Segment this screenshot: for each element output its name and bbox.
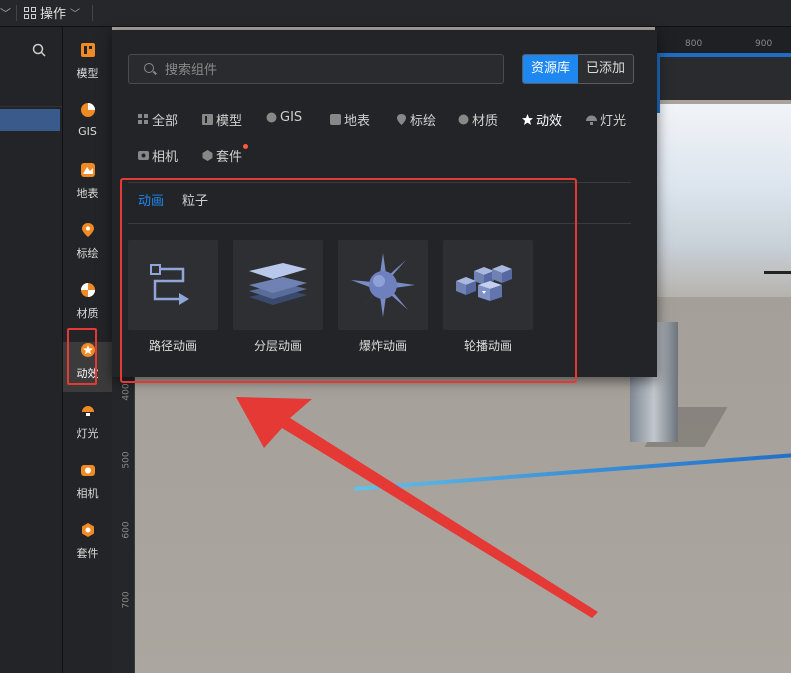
explosion-animation-icon	[351, 253, 415, 317]
search-box[interactable]	[128, 54, 504, 84]
tab-all[interactable]: 全部	[138, 110, 178, 129]
path-animation-icon	[150, 264, 189, 305]
tab-gis[interactable]: GIS	[266, 110, 302, 125]
pin-icon	[397, 114, 406, 125]
tab-terrain[interactable]: 地表	[330, 110, 370, 129]
tab-kit[interactable]: 套件	[202, 144, 249, 165]
search-input[interactable]	[163, 59, 497, 81]
kit-icon	[202, 150, 213, 161]
component-card[interactable]: 爆炸动画	[338, 240, 428, 354]
gis-icon	[266, 112, 277, 123]
material-icon	[458, 114, 469, 125]
library-toggle: 资源库 已添加	[522, 54, 635, 84]
resource-panel: 资源库 已添加 全部 模型 GIS 地表 标绘 材质 动效	[112, 30, 657, 377]
sub-tabs: 动画 粒子	[138, 190, 208, 209]
effect-icon	[522, 114, 533, 125]
tab-label: 动效	[536, 114, 563, 129]
search-icon	[144, 63, 154, 73]
component-card[interactable]: 轮播动画	[443, 240, 533, 354]
added-button[interactable]: 已添加	[578, 55, 634, 83]
tab-label: 模型	[216, 114, 243, 129]
library-button[interactable]: 资源库	[523, 55, 579, 83]
terrain-icon	[330, 114, 341, 125]
tab-effects[interactable]: 动效	[522, 110, 562, 129]
tab-plotting[interactable]: 标绘	[396, 110, 436, 129]
card-thumbnail	[338, 240, 428, 330]
tab-label: 灯光	[600, 114, 627, 129]
subtab-animation[interactable]: 动画	[138, 190, 164, 209]
card-label: 路径动画	[148, 339, 197, 353]
tab-camera[interactable]: 相机	[138, 146, 178, 165]
divider	[128, 223, 631, 224]
light-icon	[586, 115, 597, 125]
tab-label: 地表	[344, 114, 371, 129]
tab-light[interactable]: 灯光	[586, 110, 626, 129]
tab-label: 相机	[152, 150, 179, 165]
card-label: 轮播动画	[463, 339, 512, 353]
tab-label: 标绘	[410, 114, 437, 129]
tab-label: 材质	[472, 114, 499, 129]
grid-icon	[138, 114, 148, 124]
tab-label: 套件	[216, 150, 243, 165]
card-thumbnail	[233, 240, 323, 330]
component-card[interactable]: 分层动画	[233, 240, 323, 354]
subtab-particle[interactable]: 粒子	[182, 190, 208, 209]
card-thumbnail	[128, 240, 218, 330]
divider	[128, 182, 631, 183]
camera-icon	[138, 151, 149, 160]
tab-label: GIS	[280, 110, 303, 125]
card-label: 爆炸动画	[358, 339, 407, 353]
notification-dot	[243, 144, 249, 149]
tab-label: 全部	[152, 114, 179, 129]
carousel-animation-icon	[456, 265, 512, 301]
tab-material[interactable]: 材质	[458, 110, 498, 129]
layer-animation-icon	[249, 263, 307, 305]
model-icon	[202, 114, 213, 125]
card-label: 分层动画	[253, 339, 302, 353]
tab-model[interactable]: 模型	[202, 110, 242, 129]
card-thumbnail	[443, 240, 533, 330]
component-card[interactable]: 路径动画	[128, 240, 218, 354]
